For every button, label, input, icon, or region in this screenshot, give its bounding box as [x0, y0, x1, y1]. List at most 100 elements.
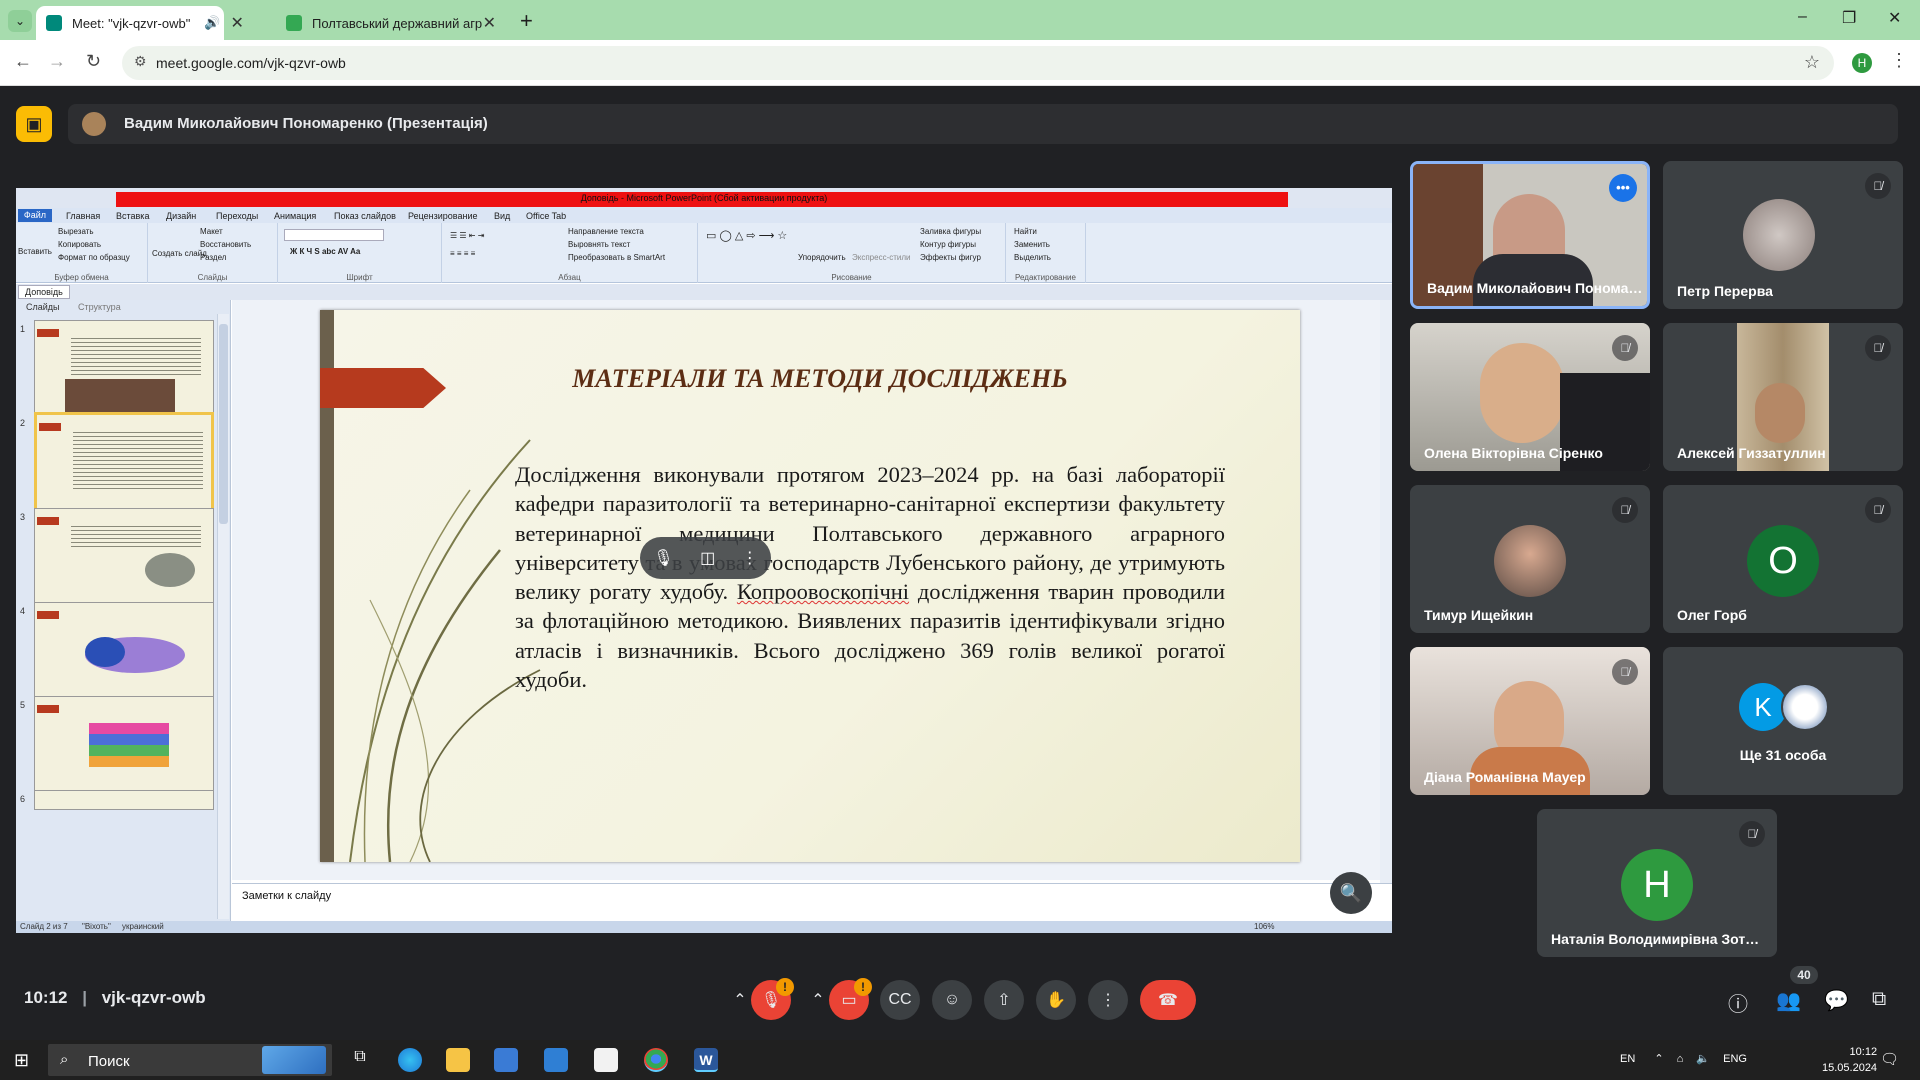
- reload-icon[interactable]: ↻: [86, 51, 101, 72]
- site-info-icon[interactable]: ⚙: [134, 53, 147, 70]
- more-dots-icon[interactable]: •••: [1609, 174, 1637, 202]
- end-call-button[interactable]: ☎: [1140, 980, 1196, 1020]
- more-options-icon[interactable]: ⋮: [742, 548, 758, 568]
- replace-button[interactable]: Заменить: [1014, 240, 1050, 249]
- activities-icon[interactable]: ⧉: [1872, 988, 1886, 1011]
- emoji-reactions-icon[interactable]: ☺: [932, 980, 972, 1020]
- people-icon[interactable]: 👥: [1776, 988, 1801, 1013]
- tab-close-icon[interactable]: ✕: [231, 13, 244, 33]
- bookmark-star-icon[interactable]: ☆: [1804, 52, 1820, 73]
- keyboard-language[interactable]: ENG: [1723, 1053, 1747, 1065]
- new-slide-button[interactable]: Создать слайд: [152, 249, 207, 258]
- ribbon-tab[interactable]: Главная: [66, 211, 100, 221]
- tray-chevron-icon[interactable]: ⌃: [1654, 1053, 1663, 1065]
- reset-button[interactable]: Восстановить: [200, 240, 251, 249]
- network-icon[interactable]: ⌂: [1677, 1053, 1684, 1065]
- zoom-magnifier-icon[interactable]: 🔍: [1330, 872, 1372, 914]
- meeting-details-icon[interactable]: ⓘ: [1728, 988, 1748, 1017]
- slide-thumbnail-6[interactable]: [34, 790, 214, 810]
- notes-pane[interactable]: Заметки к слайду: [232, 883, 1392, 909]
- tab-university[interactable]: Полтавський державний агра ✕: [276, 6, 506, 40]
- align-text-button[interactable]: Выровнять текст: [568, 240, 630, 249]
- cut-button[interactable]: Вырезать: [58, 227, 94, 236]
- ribbon-tab[interactable]: Рецензирование: [408, 211, 478, 221]
- word-icon[interactable]: W: [694, 1048, 718, 1072]
- paste-button[interactable]: Вставить: [18, 247, 52, 256]
- microsoft-store-icon[interactable]: [494, 1048, 518, 1072]
- bold-icon[interactable]: Ж К Ч S abc AV Aa: [290, 247, 360, 256]
- shape-fill-button[interactable]: Заливка фигуры: [920, 227, 981, 236]
- shape-outline-button[interactable]: Контур фигуры: [920, 240, 976, 249]
- layout-button[interactable]: Макет: [200, 227, 223, 236]
- chat-icon[interactable]: 💬: [1824, 988, 1849, 1013]
- ribbon-tab[interactable]: Вид: [494, 211, 510, 221]
- task-view-icon[interactable]: ⧉: [348, 1048, 372, 1072]
- more-options-icon[interactable]: ⋮: [1088, 980, 1128, 1020]
- participant-tile[interactable]: 🎙̸ Олена Вікторівна Сіренко: [1410, 323, 1650, 471]
- ribbon-tab[interactable]: Office Tab: [526, 211, 566, 221]
- shapes-gallery-icon[interactable]: ▭ ◯ △ ⇨ ⟶ ☆: [706, 229, 787, 242]
- audio-options-chevron-icon[interactable]: ⌃: [728, 980, 752, 1020]
- notepad-icon[interactable]: [594, 1048, 618, 1072]
- self-view-pill[interactable]: 🎙 ◫ ⋮: [640, 537, 771, 579]
- taskbar-search-box[interactable]: ⌕ Поиск: [48, 1044, 332, 1076]
- participant-tile[interactable]: 🎙̸ Тимур Ищейкин: [1410, 485, 1650, 633]
- more-participants-tile[interactable]: K Ще 31 особа: [1663, 647, 1903, 795]
- ribbon-tab[interactable]: Переходы: [216, 211, 258, 221]
- section-button[interactable]: Раздел: [200, 253, 226, 262]
- chrome-icon[interactable]: [644, 1048, 668, 1072]
- windows-start-icon[interactable]: ⊞: [14, 1050, 29, 1071]
- ribbon-tab[interactable]: Показ слайдов: [334, 211, 396, 221]
- list-icon[interactable]: ☰ ☰ ⇤ ⇥: [450, 231, 484, 240]
- participant-tile[interactable]: Н 🎙̸ Наталія Володимирівна Зотова: [1537, 809, 1777, 957]
- select-button[interactable]: Выделить: [1014, 253, 1051, 262]
- find-button[interactable]: Найти: [1014, 227, 1037, 236]
- profile-avatar[interactable]: H: [1852, 53, 1872, 73]
- notification-center-icon[interactable]: 🗨: [1880, 1050, 1899, 1068]
- back-arrow-icon[interactable]: ←: [14, 51, 32, 72]
- thumbnail-scrollbar[interactable]: [217, 314, 229, 919]
- participant-tile[interactable]: 🎙̸ Петр Перерва: [1663, 161, 1903, 309]
- participant-tile[interactable]: 🎙̸ Діана Романівна Мауер: [1410, 647, 1650, 795]
- input-language[interactable]: EN: [1620, 1053, 1635, 1065]
- ribbon-tab[interactable]: Вставка: [116, 211, 149, 221]
- tab-search-button[interactable]: ⌄: [8, 10, 32, 32]
- speaker-icon[interactable]: 🔊: [204, 15, 220, 31]
- participant-tile[interactable]: 🎙̸ Алексей Гиззатуллин: [1663, 323, 1903, 471]
- captions-icon[interactable]: CC: [880, 980, 920, 1020]
- file-tab[interactable]: Файл: [18, 209, 52, 222]
- edge-browser-icon[interactable]: [398, 1048, 422, 1072]
- forward-arrow-icon[interactable]: →: [48, 51, 66, 72]
- copy-button[interactable]: Копировать: [58, 240, 101, 249]
- slide-thumbnail-1[interactable]: [34, 320, 214, 423]
- volume-icon[interactable]: 🔈: [1696, 1053, 1710, 1065]
- address-bar[interactable]: ⚙ meet.google.com/vjk-qzvr-owb ☆: [122, 46, 1834, 80]
- new-tab-button[interactable]: +: [520, 8, 533, 34]
- raise-hand-icon[interactable]: ✋: [1036, 980, 1076, 1020]
- minimize-button[interactable]: –: [1798, 8, 1807, 26]
- close-window-button[interactable]: ✕: [1888, 8, 1901, 28]
- shape-effects-button[interactable]: Эффекты фигур: [920, 253, 981, 262]
- smartart-button[interactable]: Преобразовать в SmartArt: [568, 253, 665, 262]
- present-screen-icon[interactable]: ⇧: [984, 980, 1024, 1020]
- slide-thumbnail-5[interactable]: [34, 696, 214, 799]
- participant-tile[interactable]: О 🎙̸ Олег Горб: [1663, 485, 1903, 633]
- mail-icon[interactable]: [544, 1048, 568, 1072]
- font-name-box[interactable]: [284, 229, 384, 241]
- arrange-button[interactable]: Упорядочить: [798, 253, 846, 262]
- ribbon-tab[interactable]: Дизайн: [166, 211, 196, 221]
- slides-pane-tab[interactable]: Слайды: [26, 302, 60, 312]
- format-painter-button[interactable]: Формат по образцу: [58, 253, 130, 262]
- tab-close-icon[interactable]: ✕: [483, 13, 496, 33]
- video-options-chevron-icon[interactable]: ⌃: [806, 980, 830, 1020]
- slide-thumbnail-2[interactable]: [34, 412, 214, 515]
- outline-pane-tab[interactable]: Структура: [78, 302, 121, 312]
- slide-scrollbar[interactable]: [1380, 300, 1392, 883]
- quick-styles-button[interactable]: Экспресс-стили: [852, 253, 911, 262]
- ribbon-tab[interactable]: Анимация: [274, 211, 316, 221]
- participant-tile[interactable]: ••• Вадим Миколайович Пономаренко: [1410, 161, 1650, 309]
- chrome-menu-icon[interactable]: ⋮: [1890, 50, 1908, 71]
- url-text[interactable]: meet.google.com/vjk-qzvr-owb: [156, 55, 346, 71]
- file-explorer-icon[interactable]: [446, 1048, 470, 1072]
- slide-thumbnail-4[interactable]: [34, 602, 214, 705]
